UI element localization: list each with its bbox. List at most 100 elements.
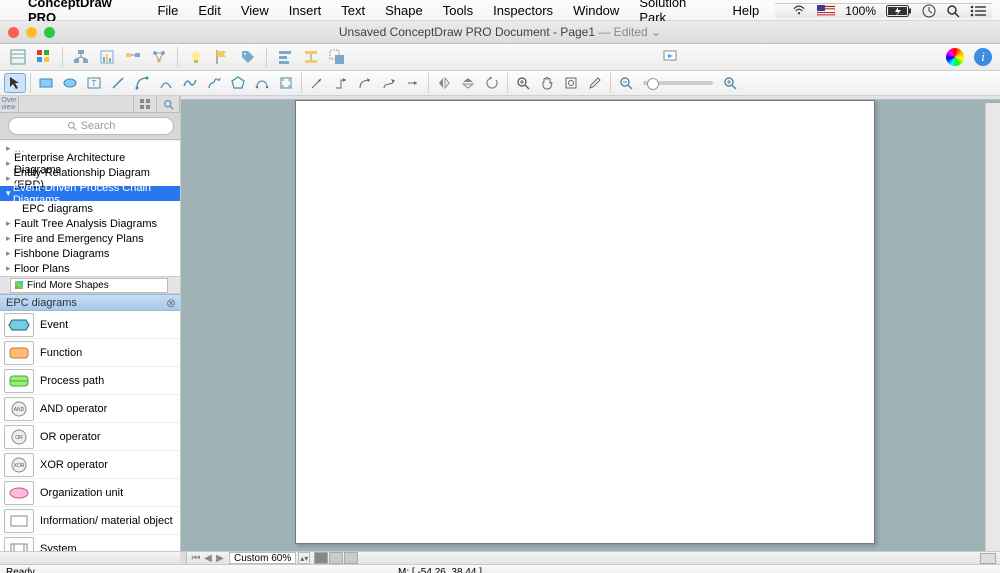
menu-icon[interactable] (970, 5, 986, 17)
page-first-button[interactable]: ⏮ (191, 553, 201, 564)
search-input[interactable]: Search (8, 117, 174, 135)
info-button[interactable]: i (974, 48, 992, 66)
menu-tools[interactable]: Tools (435, 3, 481, 18)
shape-item[interactable]: Process path (0, 367, 180, 395)
svg-text:XOR: XOR (14, 463, 25, 469)
zoom-window[interactable] (44, 27, 55, 38)
tree-item[interactable]: ▸Floor Plans (0, 261, 180, 276)
shape-item[interactable]: System (0, 535, 180, 551)
pan-tool[interactable] (536, 73, 558, 93)
menu-text[interactable]: Text (333, 3, 373, 18)
flow-button[interactable] (123, 47, 143, 67)
menu-edit[interactable]: Edit (190, 3, 228, 18)
search-icon[interactable] (946, 4, 960, 18)
zoom-in-tool[interactable] (512, 73, 534, 93)
group-button[interactable] (327, 47, 347, 67)
clock-icon[interactable] (922, 4, 936, 18)
wifi-icon[interactable] (791, 5, 807, 17)
ellipse-tool[interactable] (59, 73, 81, 93)
main-area: Overview Search ▸… ▸Enterprise Architect… (0, 96, 1000, 551)
page-tab-add[interactable] (329, 552, 343, 564)
zoom-in-button[interactable] (719, 73, 741, 93)
zoom-stepper[interactable]: ▴▾ (298, 552, 310, 564)
flip-h-tool[interactable] (433, 73, 455, 93)
tree-item[interactable]: ▸Fire and Emergency Plans (0, 231, 180, 246)
arrow3-tool[interactable] (354, 73, 376, 93)
palette-button[interactable] (34, 47, 54, 67)
shape-item[interactable]: Function (0, 339, 180, 367)
flag-button[interactable] (212, 47, 232, 67)
page-tab-add2[interactable] (344, 552, 358, 564)
close-library-icon[interactable]: ⊗ (166, 296, 176, 310)
shape-item[interactable]: Information/ material object (0, 507, 180, 535)
menu-shape[interactable]: Shape (377, 3, 431, 18)
fit-tool[interactable] (560, 73, 582, 93)
canvas-body[interactable] (181, 100, 1000, 551)
arrow1-tool[interactable] (306, 73, 328, 93)
align-button[interactable] (275, 47, 295, 67)
battery-icon[interactable] (886, 5, 912, 17)
tree-item[interactable]: ▸Fishbone Diagrams (0, 246, 180, 261)
shape-item[interactable]: XOR XOR operator (0, 451, 180, 479)
freehand-tool[interactable] (203, 73, 225, 93)
star-tool[interactable] (275, 73, 297, 93)
library-header[interactable]: EPC diagrams ⊗ (0, 294, 180, 311)
idea-button[interactable] (186, 47, 206, 67)
arrow5-tool[interactable] (402, 73, 424, 93)
sidebar-grid-view-button[interactable] (134, 96, 157, 112)
spline-tool[interactable] (179, 73, 201, 93)
shape-item[interactable]: Organization unit (0, 479, 180, 507)
page-next-button[interactable]: ▶ (215, 553, 225, 564)
scrollbar-vertical[interactable] (985, 103, 1000, 551)
shape-thumb-or: OR (4, 425, 34, 449)
shape-item[interactable]: Event (0, 311, 180, 339)
tag-button[interactable] (238, 47, 258, 67)
text-tool[interactable]: T (83, 73, 105, 93)
rect-tool[interactable] (35, 73, 57, 93)
chart-button[interactable] (97, 47, 117, 67)
sidebar-tab-search-field[interactable] (19, 96, 134, 112)
line-tool[interactable] (107, 73, 129, 93)
presentation-button[interactable] (660, 47, 680, 67)
menu-insert[interactable]: Insert (281, 3, 330, 18)
color-wheel-button[interactable] (946, 48, 964, 66)
shape-item[interactable]: AND AND operator (0, 395, 180, 423)
zoom-field[interactable]: Custom 60% (229, 552, 296, 564)
rotate-tool[interactable] (481, 73, 503, 93)
menu-view[interactable]: View (233, 3, 277, 18)
shape-item[interactable]: OR OR operator (0, 423, 180, 451)
resize-corner-icon[interactable] (980, 553, 996, 564)
find-more-shapes-button[interactable]: Find More Shapes (10, 278, 168, 293)
page-prev-button[interactable]: ◀ (203, 553, 213, 564)
menu-help[interactable]: Help (725, 3, 768, 18)
close-window[interactable] (8, 27, 19, 38)
flag-icon[interactable] (817, 5, 835, 17)
splitter-handle[interactable] (180, 552, 187, 564)
arrow2-tool[interactable] (330, 73, 352, 93)
zoom-slider-knob[interactable] (647, 78, 659, 90)
minimize-window[interactable] (26, 27, 37, 38)
menu-file[interactable]: File (149, 3, 186, 18)
page-canvas[interactable] (295, 100, 875, 544)
menu-window[interactable]: Window (565, 3, 627, 18)
tree-item[interactable]: ▸Fault Tree Analysis Diagrams (0, 216, 180, 231)
network-button[interactable] (149, 47, 169, 67)
arc-tool[interactable] (155, 73, 177, 93)
flip-v-tool[interactable] (457, 73, 479, 93)
sidebar-search-button[interactable] (157, 96, 180, 112)
zoom-out-button[interactable] (615, 73, 637, 93)
bezier-tool[interactable] (251, 73, 273, 93)
tree-item-selected[interactable]: ▾Event-Driven Process Chain Diagrams (0, 186, 180, 201)
connector-tool[interactable] (131, 73, 153, 93)
arrow4-tool[interactable] (378, 73, 400, 93)
edit-tool[interactable] (584, 73, 606, 93)
polygon-tool[interactable] (227, 73, 249, 93)
sidebar-tab-overview[interactable]: Overview (0, 96, 19, 112)
library-panel-button[interactable] (8, 47, 28, 67)
distribute-button[interactable] (301, 47, 321, 67)
zoom-slider[interactable] (643, 81, 713, 85)
pointer-tool[interactable] (4, 73, 26, 93)
menu-inspectors[interactable]: Inspectors (485, 3, 561, 18)
tree-diagram-button[interactable] (71, 47, 91, 67)
page-tab-1[interactable] (314, 552, 328, 564)
